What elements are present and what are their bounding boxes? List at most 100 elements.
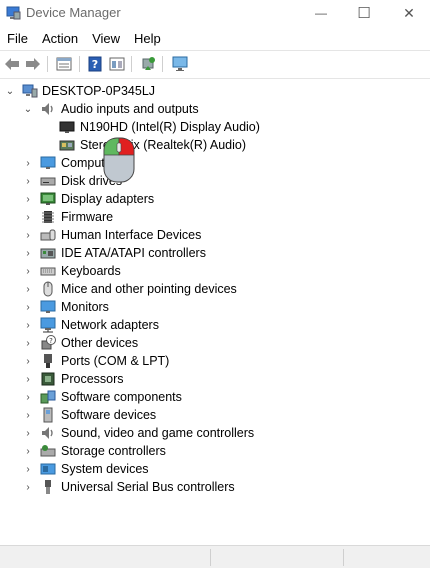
category-label: Processors (61, 372, 124, 386)
category-label: Audio inputs and outputs (61, 102, 199, 116)
expand-chevron-icon[interactable]: › (23, 460, 33, 478)
category-disk-drives[interactable]: › Disk drives (0, 172, 430, 190)
category-software-devices[interactable]: › Software devices (0, 406, 430, 424)
category-label: Network adapters (61, 318, 159, 332)
menu-view[interactable]: View (85, 28, 127, 50)
mouse-cursor-icon (103, 137, 135, 183)
network-adapter-icon (40, 317, 56, 333)
expand-chevron-icon[interactable]: › (23, 406, 33, 424)
display-adapter-icon (40, 192, 56, 205)
keyboard-icon (40, 267, 56, 276)
expand-chevron-icon[interactable]: › (23, 208, 33, 226)
expand-chevron-icon[interactable]: › (23, 334, 33, 352)
expand-chevron-icon[interactable]: › (23, 244, 33, 262)
category-ide-ata-atapi[interactable]: › IDE ATA/ATAPI controllers (0, 244, 430, 262)
category-monitors[interactable]: › Monitors (0, 298, 430, 316)
device-n190hd[interactable]: N190HD (Intel(R) Display Audio) (0, 118, 430, 136)
category-sound-video-game[interactable]: › Sound, video and game controllers (0, 424, 430, 442)
close-icon: ✕ (403, 4, 415, 21)
expand-chevron-icon[interactable]: › (23, 154, 33, 172)
category-keyboards[interactable]: › Keyboards (0, 262, 430, 280)
usb-icon (45, 480, 51, 494)
update-driver-button[interactable] (138, 55, 158, 73)
category-network-adapters[interactable]: › Network adapters (0, 316, 430, 334)
sound-icon (42, 427, 53, 439)
menu-file[interactable]: File (0, 28, 35, 50)
expand-chevron-icon[interactable]: › (23, 298, 33, 316)
minimize-icon: — (315, 6, 327, 20)
category-mice[interactable]: › Mice and other pointing devices (0, 280, 430, 298)
expand-chevron-icon[interactable]: › (23, 316, 33, 334)
category-label: Human Interface Devices (61, 228, 202, 242)
update-driver-icon (142, 57, 155, 70)
category-audio-inputs-outputs[interactable]: ⌄ Audio inputs and outputs (0, 100, 430, 118)
maximize-button[interactable]: ☐ (341, 0, 387, 26)
category-firmware[interactable]: › Firmware (0, 208, 430, 226)
category-label: Mice and other pointing devices (61, 282, 237, 296)
window-title: Device Manager (26, 5, 121, 20)
device-stereo-mix[interactable]: Stereo Mix (Realtek(R) Audio) (0, 136, 430, 154)
scan-hardware-button[interactable] (170, 55, 190, 73)
speaker-icon (42, 103, 53, 115)
port-icon (44, 354, 52, 368)
computer-icon (40, 156, 56, 169)
category-storage-controllers[interactable]: › Storage controllers (0, 442, 430, 460)
device-label: N190HD (Intel(R) Display Audio) (80, 120, 260, 134)
back-arrow-icon (5, 58, 19, 70)
category-computer[interactable]: › Computer (0, 154, 430, 172)
help-button[interactable]: ? (85, 55, 105, 73)
category-label: Software components (61, 390, 182, 404)
maximize-icon: ☐ (357, 5, 371, 22)
menu-bar: File Action View Help (0, 28, 430, 50)
expand-chevron-icon[interactable]: › (23, 280, 33, 298)
category-label: Display adapters (61, 192, 155, 206)
disk-drive-icon (40, 177, 56, 186)
expand-chevron-icon[interactable]: › (23, 424, 33, 442)
collapse-chevron-icon[interactable]: ⌄ (23, 100, 33, 118)
category-label: Ports (COM & LPT) (61, 354, 170, 368)
expand-chevron-icon[interactable]: › (23, 352, 33, 370)
scan-hardware-icon (172, 56, 188, 71)
tree-root[interactable]: ⌄ DESKTOP-0P345LJ (0, 82, 430, 100)
toolbar: ? (0, 50, 430, 79)
category-usb-controllers[interactable]: › Universal Serial Bus controllers (0, 478, 430, 496)
expand-chevron-icon[interactable]: › (23, 442, 33, 460)
software-device-icon (43, 407, 53, 423)
expand-chevron-icon[interactable]: › (23, 262, 33, 280)
category-label: System devices (61, 462, 149, 476)
monitor-device-icon (59, 121, 75, 133)
category-system-devices[interactable]: › System devices (0, 460, 430, 478)
expand-chevron-icon[interactable]: › (23, 190, 33, 208)
category-other-devices[interactable]: › ? Other devices (0, 334, 430, 352)
monitor-icon (40, 300, 56, 313)
category-label: Storage controllers (61, 444, 166, 458)
expand-chevron-icon[interactable]: › (23, 370, 33, 388)
hid-icon (40, 229, 56, 241)
menu-action[interactable]: Action (35, 28, 85, 50)
properties-button[interactable] (54, 55, 74, 73)
expand-chevron-icon[interactable]: › (23, 388, 33, 406)
category-label: Firmware (61, 210, 114, 224)
title-bar: Device Manager — ☐ ✕ (0, 0, 430, 26)
forward-arrow-icon (26, 58, 40, 70)
collapse-chevron-icon[interactable]: ⌄ (5, 82, 15, 100)
close-button[interactable]: ✕ (386, 0, 430, 26)
view-button[interactable] (107, 55, 127, 73)
device-tree: ⌄ DESKTOP-0P345LJ ⌄ Audio inputs and out… (0, 80, 430, 540)
back-button[interactable] (2, 55, 22, 73)
forward-button[interactable] (23, 55, 43, 73)
expand-chevron-icon[interactable]: › (23, 226, 33, 244)
expand-chevron-icon[interactable]: › (23, 478, 33, 496)
computer-root-icon (22, 84, 38, 98)
category-human-interface-devices[interactable]: › Human Interface Devices (0, 226, 430, 244)
view-icon (109, 57, 125, 71)
category-software-components[interactable]: › Software components (0, 388, 430, 406)
menu-help[interactable]: Help (127, 28, 168, 50)
category-display-adapters[interactable]: › Display adapters (0, 190, 430, 208)
system-device-icon (40, 463, 56, 475)
minimize-button[interactable]: — (298, 0, 344, 26)
category-label: Sound, video and game controllers (61, 426, 255, 440)
category-processors[interactable]: › Processors (0, 370, 430, 388)
category-ports[interactable]: › Ports (COM & LPT) (0, 352, 430, 370)
expand-chevron-icon[interactable]: › (23, 172, 33, 190)
